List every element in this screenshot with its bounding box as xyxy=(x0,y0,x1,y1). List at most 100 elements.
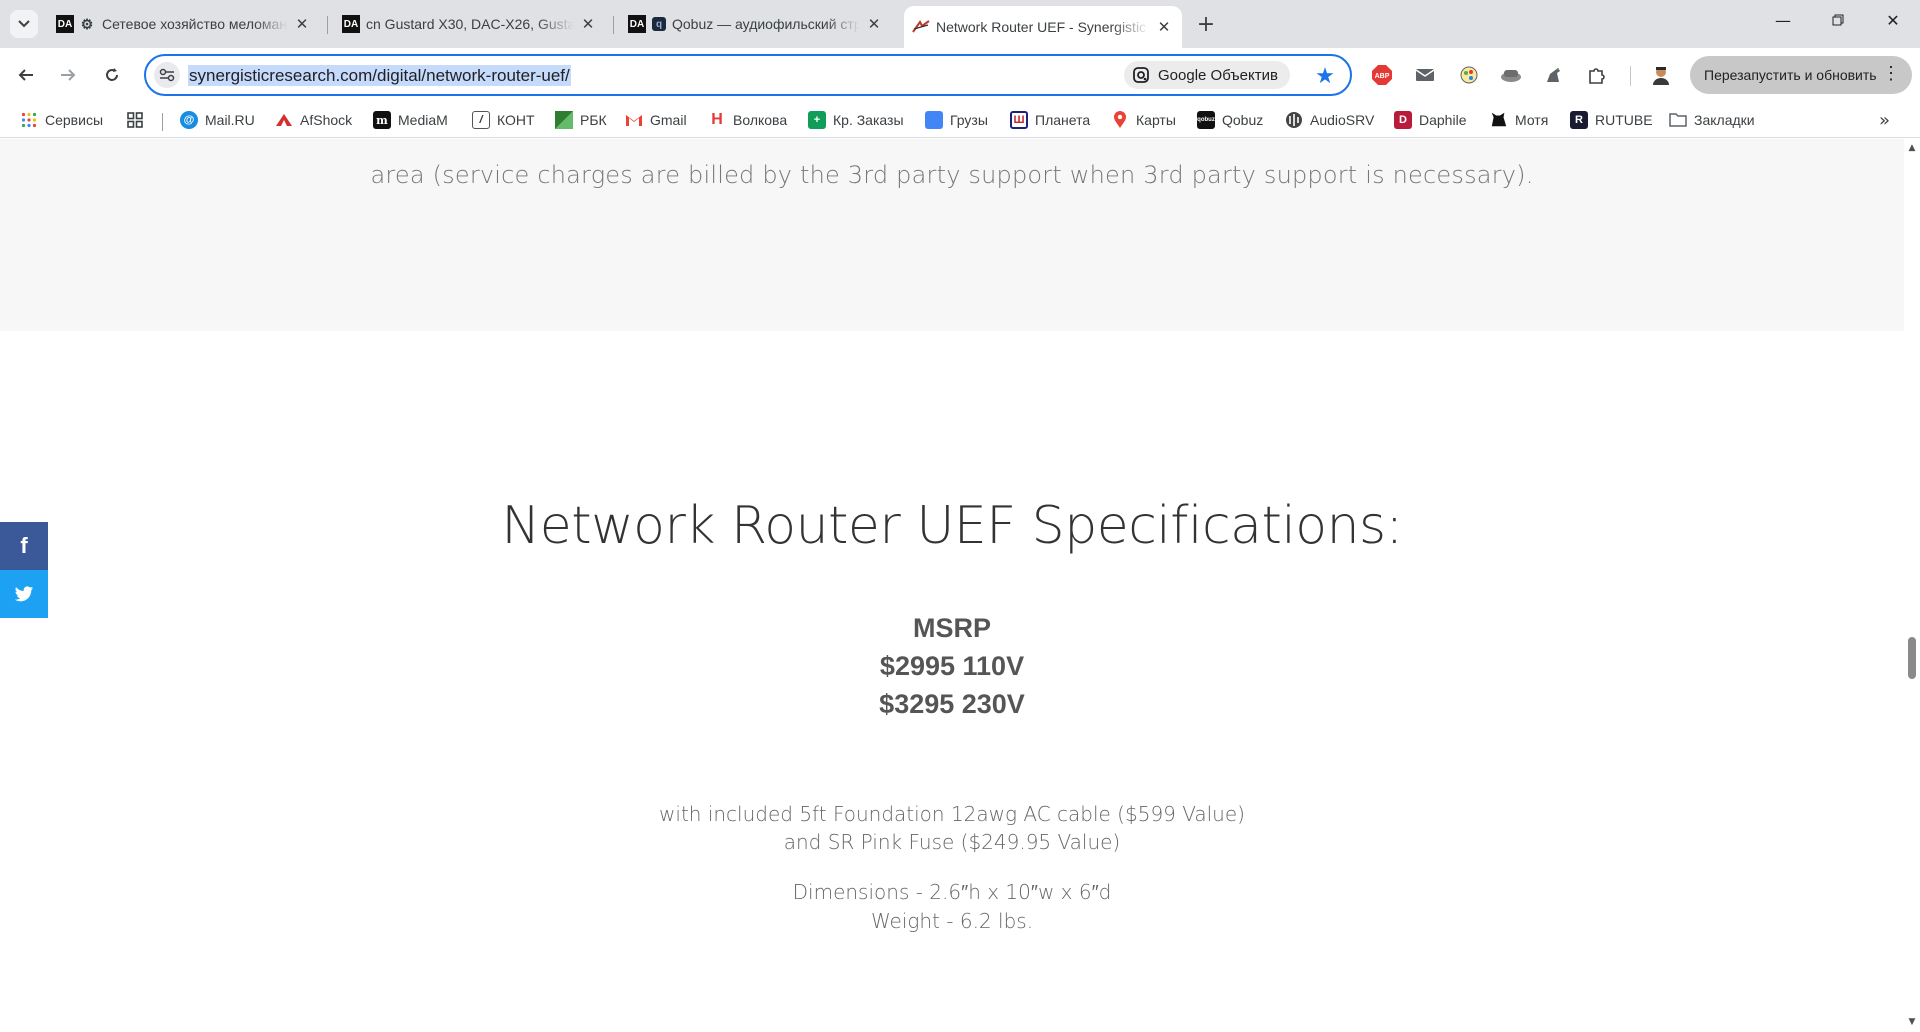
close-icon[interactable]: ✕ xyxy=(1154,17,1174,37)
address-bar[interactable]: synergisticresearch.com/digital/network-… xyxy=(144,54,1352,96)
bookmark-tab-groups[interactable] xyxy=(126,108,151,132)
facebook-icon: f xyxy=(20,533,28,558)
bookmark-folder-zakladki[interactable]: Закладки xyxy=(1669,108,1755,132)
close-icon[interactable]: ✕ xyxy=(292,14,312,34)
bookmark-motya[interactable]: Мотя xyxy=(1490,108,1548,132)
lens-icon xyxy=(1133,67,1149,83)
bookmark-volkova[interactable]: Н Волкова xyxy=(708,108,787,132)
bookmark-kr-zakazy[interactable]: + Кр. Заказы xyxy=(808,108,904,132)
tab-search-button[interactable] xyxy=(10,10,38,38)
bookmark-separator xyxy=(162,113,163,131)
adblock-extension[interactable]: ABP xyxy=(1370,63,1394,87)
bookmark-mediam[interactable]: m MediaM xyxy=(373,108,448,132)
twitter-share-button[interactable] xyxy=(0,570,48,618)
bookmark-label: КОНТ xyxy=(497,112,535,128)
page-scrollbar[interactable]: ▲ ▼ xyxy=(1904,139,1920,1032)
gear-icon: ⚙ xyxy=(80,15,94,32)
rbk-icon xyxy=(555,111,573,129)
bookmark-rutube[interactable]: R RUTUBE xyxy=(1570,108,1653,132)
bookmark-afshock[interactable]: AfShock xyxy=(275,108,352,132)
back-button[interactable] xyxy=(10,59,42,91)
vpn-extension[interactable] xyxy=(1499,63,1523,87)
bookmark-label: MediaM xyxy=(398,112,448,128)
google-lens-button[interactable]: Google Объектив xyxy=(1124,61,1290,89)
bookmark-planeta[interactable]: Ш Планета xyxy=(1010,108,1090,132)
bookmark-karty[interactable]: Карты xyxy=(1111,108,1176,132)
new-tab-button[interactable]: + xyxy=(1190,8,1222,40)
minimize-button[interactable]: — xyxy=(1760,0,1806,40)
mail-icon xyxy=(1415,69,1435,81)
mailru-icon: @ xyxy=(180,111,198,129)
toolbar-separator xyxy=(1630,66,1631,86)
reload-button[interactable] xyxy=(96,59,128,91)
bookmark-qobuz[interactable]: qobuz Qobuz xyxy=(1197,108,1263,132)
tab-title: cn Gustard X30, DAC-X26, Gustard xyxy=(366,16,574,32)
extensions-button[interactable] xyxy=(1585,63,1609,87)
bookmark-gruzy[interactable]: Грузы xyxy=(925,108,988,132)
bookmark-rbk[interactable]: РБК xyxy=(555,108,607,132)
site-settings-button[interactable] xyxy=(154,62,180,88)
tab-title: Сетевое хозяйство меломана xyxy=(102,16,288,32)
bookmark-label: AfShock xyxy=(300,112,353,128)
cat-icon xyxy=(1490,111,1508,129)
avatar-icon xyxy=(1653,67,1669,85)
scroll-up-arrow-icon[interactable]: ▲ xyxy=(1907,143,1917,153)
bookmark-label: Qobuz xyxy=(1222,112,1264,128)
bookmark-daphile[interactable]: D Daphile xyxy=(1394,108,1466,132)
map-pin-icon xyxy=(1111,111,1129,129)
downloader-extension[interactable] xyxy=(1542,63,1566,87)
forward-button[interactable] xyxy=(52,59,84,91)
tab-qobuz[interactable]: DA q Qobuz — аудиофильский стриминг ✕ xyxy=(620,8,892,40)
qobuz-favicon-icon: q xyxy=(652,17,666,31)
url-text[interactable]: synergisticresearch.com/digital/network-… xyxy=(188,65,571,86)
close-icon[interactable]: ✕ xyxy=(578,14,598,34)
horse-icon xyxy=(1547,68,1560,82)
restore-button[interactable] xyxy=(1815,0,1861,40)
twitter-icon xyxy=(14,585,34,601)
puzzle-icon xyxy=(1589,68,1605,84)
scroll-down-arrow-icon[interactable]: ▼ xyxy=(1907,1017,1917,1027)
tab-gustard[interactable]: DA cn Gustard X30, DAC-X26, Gustard ✕ xyxy=(334,8,606,40)
svg-text:ABP: ABP xyxy=(1375,73,1390,80)
scrollbar-thumb[interactable] xyxy=(1908,637,1916,679)
support-info-band: area (service charges are billed by the … xyxy=(0,139,1904,331)
bookmark-label: Волкова xyxy=(733,112,788,128)
tab-setevoe[interactable]: DA ⚙ Сетевое хозяйство меломана ✕ xyxy=(48,8,320,40)
relaunch-update-button[interactable]: Перезапустить и обновить ⋮ xyxy=(1690,56,1912,94)
bookmark-star-button[interactable]: ★ xyxy=(1312,63,1338,89)
facebook-share-button[interactable]: f xyxy=(0,522,48,570)
included-accessories-line-1: with included 5ft Foundation 12awg AC ca… xyxy=(659,802,1245,826)
apps-grid-icon xyxy=(20,111,38,129)
bookmark-audiosrv[interactable]: AudioSRV xyxy=(1285,108,1374,132)
volkova-icon: Н xyxy=(711,111,723,128)
bookmark-label: Daphile xyxy=(1419,112,1467,128)
close-window-button[interactable]: ✕ xyxy=(1870,0,1916,40)
bookmark-gmail[interactable]: Gmail xyxy=(625,108,687,132)
bookmark-label: Сервисы xyxy=(45,112,104,128)
palette-icon xyxy=(1460,66,1478,84)
weight: Weight - 6.2 lbs. xyxy=(870,909,1034,933)
restore-icon xyxy=(1832,14,1844,26)
profile-avatar[interactable] xyxy=(1649,63,1673,87)
tab-title: Network Router UEF - Synergistic Researc… xyxy=(936,19,1150,35)
daphile-icon: D xyxy=(1394,111,1412,129)
kont-icon: / xyxy=(472,111,490,129)
bookmark-label: Gmail xyxy=(650,112,687,128)
price-110v: $2995 110V xyxy=(879,651,1025,681)
audiosrv-icon xyxy=(1285,111,1303,129)
bookmark-mailru[interactable]: @ Mail.RU xyxy=(180,108,255,132)
mediam-icon: m xyxy=(373,111,391,129)
price-230v: $3295 230V xyxy=(879,689,1025,719)
color-extension[interactable] xyxy=(1457,63,1481,87)
bookmarks-overflow-button[interactable]: » xyxy=(1879,110,1890,131)
arrow-right-icon xyxy=(61,69,76,81)
mail-extension[interactable] xyxy=(1413,63,1437,87)
bookmark-label: РБК xyxy=(580,112,607,128)
tab-network-router-uef[interactable]: Network Router UEF - Synergistic Researc… xyxy=(904,6,1182,48)
bookmark-label: Mail.RU xyxy=(205,112,255,128)
browser-toolbar: synergisticresearch.com/digital/network-… xyxy=(0,48,1920,102)
close-icon[interactable]: ✕ xyxy=(864,14,884,34)
bookmark-services[interactable]: Сервисы xyxy=(20,108,103,132)
tab-title: Qobuz — аудиофильский стриминг xyxy=(672,16,860,32)
bookmark-kont[interactable]: / КОНТ xyxy=(472,108,535,132)
